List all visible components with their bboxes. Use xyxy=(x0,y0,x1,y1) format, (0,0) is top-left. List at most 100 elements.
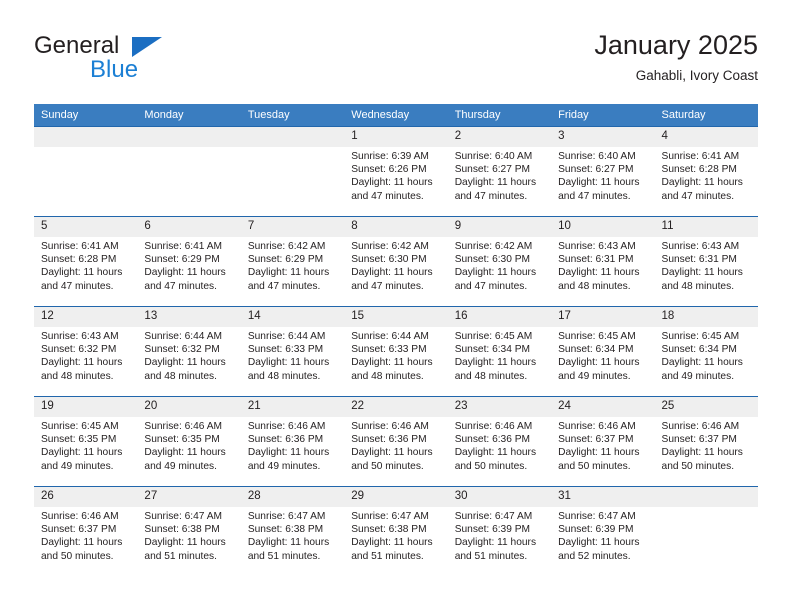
daylight-text-line2: and 50 minutes. xyxy=(661,460,735,472)
sunset-text: Sunset: 6:38 PM xyxy=(351,524,427,536)
calendar-week-row: 12 Sunrise: 6:43 AM Sunset: 6:32 PM Dayligh… xyxy=(34,306,758,397)
calendar-day-cell[interactable]: 7 Sunrise: 6:42 AM Sunset: 6:29 PM Daylight… xyxy=(240,216,345,307)
sunset-text: Sunset: 6:34 PM xyxy=(558,344,634,356)
daylight-text-line1: Daylight: 11 hours xyxy=(41,267,123,279)
daylight-text-line1: Daylight: 11 hours xyxy=(247,537,330,549)
daylight-text-line2: and 51 minutes. xyxy=(247,550,321,562)
sunrise-text: Sunrise: 6:44 AM xyxy=(247,331,326,342)
sunset-text: Sunset: 6:29 PM xyxy=(144,254,220,266)
calendar-day-cell[interactable]: 27 Sunrise: 6:47 AM Sunset: 6:38 PM Dayligh… xyxy=(137,486,241,576)
calendar-day-cell[interactable]: 29 Sunrise: 6:47 AM Sunset: 6:38 PM Dayligh… xyxy=(344,486,448,576)
calendar-day-cell[interactable]: 31 Sunrise: 6:47 AM Sunset: 6:39 PM Dayligh… xyxy=(551,486,655,576)
calendar-day-cell[interactable]: 26 Sunrise: 6:46 AM Sunset: 6:37 PM Dayligh… xyxy=(34,486,138,576)
weekday-header-tuesday: Tuesday xyxy=(240,104,345,127)
calendar-day-cell[interactable]: 22 Sunrise: 6:46 AM Sunset: 6:36 PM Dayligh… xyxy=(344,396,448,487)
calendar-day-cell[interactable]: 20 Sunrise: 6:46 AM Sunset: 6:35 PM Dayligh… xyxy=(137,396,241,487)
sunrise-text: Sunrise: 6:39 AM xyxy=(351,151,429,162)
day-details: Sunrise: 6:46 AM Sunset: 6:37 PM Daylight:… xyxy=(551,417,654,473)
calendar-week-row: 19 Sunrise: 6:45 AM Sunset: 6:35 PM Dayligh… xyxy=(34,396,758,487)
daylight-text-line2: and 50 minutes. xyxy=(351,460,424,472)
calendar-day-cell-empty xyxy=(654,486,758,576)
generalblue-logo[interactable]: General Blue xyxy=(34,32,234,90)
calendar-day-cell[interactable]: 21 Sunrise: 6:46 AM Sunset: 6:36 PM Dayligh… xyxy=(240,396,345,487)
daylight-text-line2: and 47 minutes. xyxy=(41,280,114,292)
calendar-day-cell[interactable]: 13 Sunrise: 6:44 AM Sunset: 6:32 PM Dayligh… xyxy=(137,306,241,397)
calendar-day-cell-empty xyxy=(137,126,241,217)
day-number xyxy=(137,127,241,147)
day-number: 18 xyxy=(654,307,758,327)
day-details: Sunrise: 6:47 AM Sunset: 6:38 PM Daylight:… xyxy=(241,507,344,563)
calendar-day-cell[interactable]: 11 Sunrise: 6:43 AM Sunset: 6:31 PM Dayligh… xyxy=(654,216,758,307)
day-details: Sunrise: 6:42 AM Sunset: 6:30 PM Daylight:… xyxy=(344,237,447,293)
day-number: 9 xyxy=(447,217,552,237)
day-number xyxy=(240,127,345,147)
day-details xyxy=(241,147,344,150)
sunset-text: Sunset: 6:36 PM xyxy=(351,434,427,446)
sunrise-text: Sunrise: 6:47 AM xyxy=(351,511,429,522)
calendar-day-cell[interactable]: 24 Sunrise: 6:46 AM Sunset: 6:37 PM Dayligh… xyxy=(551,396,655,487)
calendar-day-cell[interactable]: 23 Sunrise: 6:46 AM Sunset: 6:36 PM Dayligh… xyxy=(447,396,552,487)
calendar-day-cell[interactable]: 18 Sunrise: 6:45 AM Sunset: 6:34 PM Dayligh… xyxy=(654,306,758,397)
calendar-day-cell[interactable]: 30 Sunrise: 6:47 AM Sunset: 6:39 PM Dayligh… xyxy=(447,486,552,576)
calendar-day-cell[interactable]: 9 Sunrise: 6:42 AM Sunset: 6:30 PM Daylight… xyxy=(447,216,552,307)
calendar-day-cell[interactable]: 10 Sunrise: 6:43 AM Sunset: 6:31 PM Dayligh… xyxy=(551,216,655,307)
calendar-week-row: 26 Sunrise: 6:46 AM Sunset: 6:37 PM Dayligh… xyxy=(34,486,758,576)
day-number: 29 xyxy=(344,487,448,507)
calendar-day-cell[interactable]: 5 Sunrise: 6:41 AM Sunset: 6:28 PM Daylight… xyxy=(34,216,138,307)
daylight-text-line1: Daylight: 11 hours xyxy=(351,267,433,279)
daylight-text-line2: and 50 minutes. xyxy=(41,550,114,562)
daylight-text-line1: Daylight: 11 hours xyxy=(144,267,226,279)
daylight-text-line2: and 49 minutes. xyxy=(558,370,631,382)
day-number xyxy=(34,127,138,147)
sunrise-text: Sunrise: 6:47 AM xyxy=(144,511,223,522)
daylight-text-line2: and 47 minutes. xyxy=(558,190,631,202)
calendar-day-cell[interactable]: 2 Sunrise: 6:40 AM Sunset: 6:27 PM Daylight… xyxy=(447,126,552,217)
calendar-day-cell[interactable]: 1 Sunrise: 6:39 AM Sunset: 6:26 PM Daylight… xyxy=(344,126,448,217)
title-block: January 2025 Gahabli, Ivory Coast xyxy=(594,28,758,86)
day-details: Sunrise: 6:44 AM Sunset: 6:32 PM Daylight:… xyxy=(137,327,240,383)
calendar-day-cell[interactable]: 4 Sunrise: 6:41 AM Sunset: 6:28 PM Daylight… xyxy=(654,126,758,217)
sunset-text: Sunset: 6:39 PM xyxy=(454,524,531,536)
sunrise-text: Sunrise: 6:47 AM xyxy=(454,511,533,522)
daylight-text-line2: and 52 minutes. xyxy=(558,550,631,562)
calendar-day-cell[interactable]: 28 Sunrise: 6:47 AM Sunset: 6:38 PM Dayligh… xyxy=(240,486,345,576)
day-details: Sunrise: 6:47 AM Sunset: 6:38 PM Daylight:… xyxy=(137,507,240,563)
calendar-day-cell[interactable]: 25 Sunrise: 6:46 AM Sunset: 6:37 PM Dayligh… xyxy=(654,396,758,487)
day-details: Sunrise: 6:41 AM Sunset: 6:28 PM Daylight:… xyxy=(655,147,758,203)
sunrise-text: Sunrise: 6:46 AM xyxy=(41,511,119,522)
sunrise-text: Sunrise: 6:45 AM xyxy=(661,331,740,342)
day-number: 21 xyxy=(240,397,345,417)
calendar-day-cell[interactable]: 6 Sunrise: 6:41 AM Sunset: 6:29 PM Daylight… xyxy=(137,216,241,307)
calendar-day-cell[interactable]: 16 Sunrise: 6:45 AM Sunset: 6:34 PM Dayligh… xyxy=(447,306,552,397)
daylight-text-line2: and 47 minutes. xyxy=(351,190,424,202)
sunrise-text: Sunrise: 6:42 AM xyxy=(247,241,326,252)
sunrise-text: Sunrise: 6:46 AM xyxy=(351,421,429,432)
daylight-text-line1: Daylight: 11 hours xyxy=(661,177,743,189)
logo-text-blue: Blue xyxy=(90,56,139,83)
daylight-text-line2: and 48 minutes. xyxy=(247,370,321,382)
daylight-text-line1: Daylight: 11 hours xyxy=(661,267,743,279)
sunset-text: Sunset: 6:32 PM xyxy=(41,344,117,356)
calendar-grid: Sunday Monday Tuesday Wednesday Thursday Frid… xyxy=(34,104,758,576)
calendar-day-cell[interactable]: 3 Sunrise: 6:40 AM Sunset: 6:27 PM Daylight… xyxy=(551,126,655,217)
calendar-day-cell[interactable]: 12 Sunrise: 6:43 AM Sunset: 6:32 PM Dayligh… xyxy=(34,306,138,397)
sunrise-text: Sunrise: 6:47 AM xyxy=(247,511,326,522)
day-number xyxy=(654,487,758,507)
day-details xyxy=(137,147,240,150)
daylight-text-line1: Daylight: 11 hours xyxy=(558,267,640,279)
sunrise-text: Sunrise: 6:43 AM xyxy=(41,331,119,342)
sunset-text: Sunset: 6:29 PM xyxy=(247,254,324,266)
day-number: 23 xyxy=(447,397,552,417)
sunrise-text: Sunrise: 6:45 AM xyxy=(41,421,119,432)
calendar-day-cell[interactable]: 15 Sunrise: 6:44 AM Sunset: 6:33 PM Dayligh… xyxy=(344,306,448,397)
logo-triangle-icon xyxy=(132,37,162,57)
day-number: 22 xyxy=(344,397,448,417)
calendar-day-cell[interactable]: 8 Sunrise: 6:42 AM Sunset: 6:30 PM Daylight… xyxy=(344,216,448,307)
calendar-day-cell[interactable]: 17 Sunrise: 6:45 AM Sunset: 6:34 PM Dayligh… xyxy=(551,306,655,397)
calendar-day-cell[interactable]: 14 Sunrise: 6:44 AM Sunset: 6:33 PM Dayligh… xyxy=(240,306,345,397)
calendar-day-cell[interactable]: 19 Sunrise: 6:45 AM Sunset: 6:35 PM Dayligh… xyxy=(34,396,138,487)
day-number: 31 xyxy=(551,487,655,507)
day-details: Sunrise: 6:43 AM Sunset: 6:32 PM Daylight:… xyxy=(34,327,137,383)
daylight-text-line1: Daylight: 11 hours xyxy=(41,447,123,459)
sunset-text: Sunset: 6:28 PM xyxy=(41,254,117,266)
